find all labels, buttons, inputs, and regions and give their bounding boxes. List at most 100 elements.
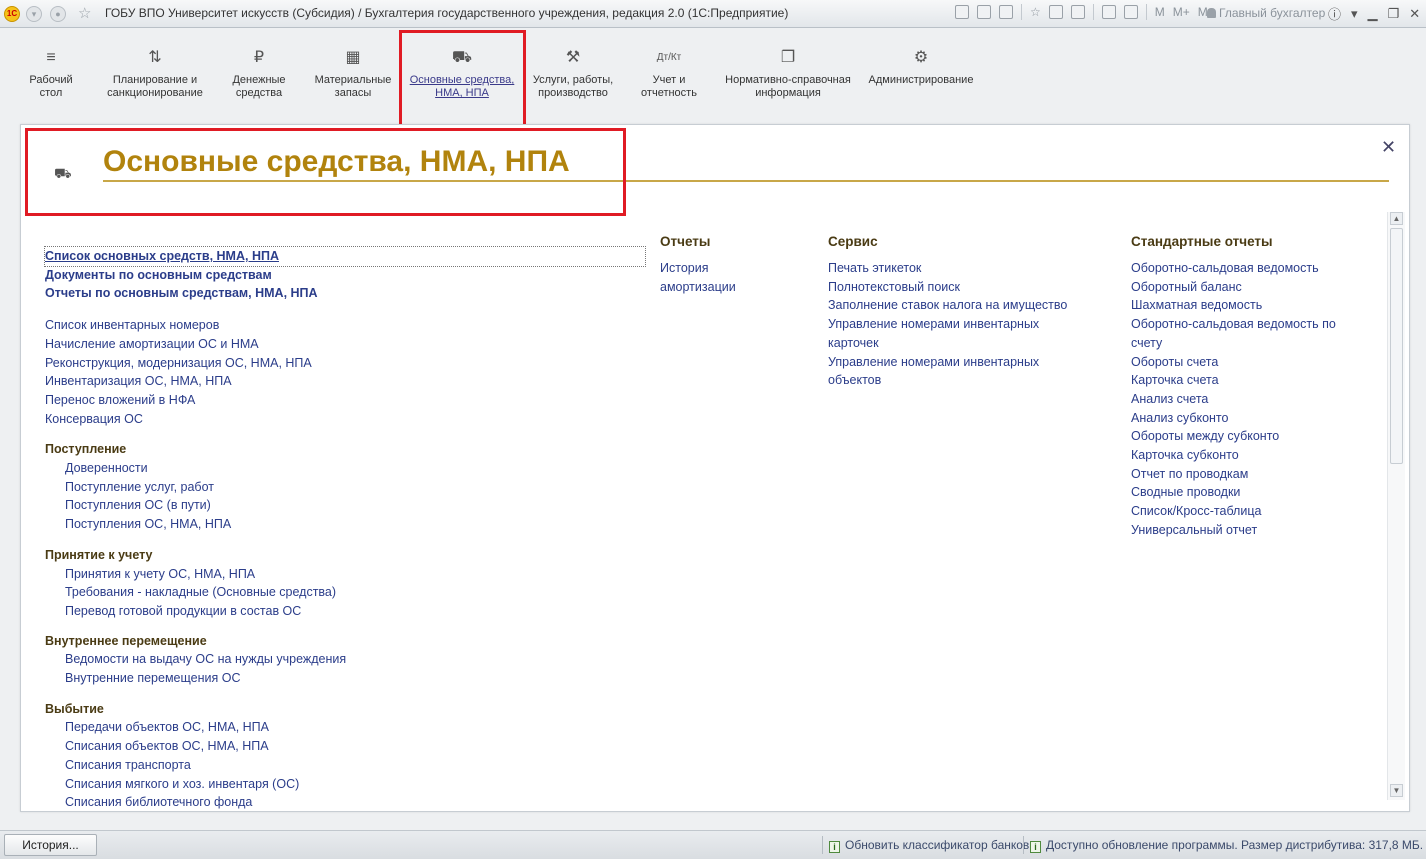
window-buttons: ⓘ ▾ ▁ ❐ ✕ <box>1328 4 1420 23</box>
user-icon <box>1207 8 1216 18</box>
title-bar: 1С ▾ ● ☆ ГОБУ ВПО Университет искусств (… <box>0 0 1426 28</box>
memory-plus-button[interactable]: M+ <box>1173 5 1190 19</box>
link-fixed-assets-list[interactable]: Список основных средств, НМА, НПА <box>44 246 646 267</box>
link-trial-balance[interactable]: Оборотно-сальдовая ведомость <box>1131 259 1381 278</box>
link-account-card[interactable]: Карточка счета <box>1131 371 1381 390</box>
link-reconstruction[interactable]: Реконструкция, модернизация ОС, НМА, НПА <box>45 354 645 373</box>
section-reference[interactable]: ❐ Нормативно-справочная информация <box>722 48 854 100</box>
chevron-down-icon[interactable]: ▾ <box>1351 6 1358 22</box>
section-planning[interactable]: ⇅ Планирование и санкционирование <box>100 48 210 100</box>
link-summary-postings[interactable]: Сводные проводки <box>1131 483 1381 502</box>
planning-icon: ⇅ <box>148 49 162 66</box>
scrollbar-thumb[interactable] <box>1390 228 1403 464</box>
link-inventory-numbers[interactable]: Список инвентарных номеров <box>45 316 645 335</box>
link-fulltext-search[interactable]: Полнотекстовый поиск <box>828 278 1088 297</box>
calculator-icon[interactable] <box>1123 5 1138 19</box>
link-icon[interactable] <box>1070 5 1085 19</box>
close-window-icon[interactable]: ✕ <box>1409 6 1420 22</box>
service-column: Сервис Печать этикеток Полнотекстовый по… <box>828 233 1088 390</box>
history-icon[interactable] <box>1048 5 1063 19</box>
section-label: Администрирование <box>868 74 974 86</box>
home-icon[interactable]: ● <box>50 6 66 22</box>
link-product-transfer[interactable]: Перевод готовой продукции в состав ОС <box>45 602 645 621</box>
toolbar-separator <box>1021 4 1022 20</box>
scroll-down-icon[interactable]: ▼ <box>1390 784 1403 797</box>
link-property-tax-rates[interactable]: Заполнение ставок налога на имущество <box>828 296 1088 315</box>
section-services[interactable]: ⚒ Услуги, работы, производство <box>528 48 618 100</box>
link-turnover-balance[interactable]: Оборотный баланс <box>1131 278 1381 297</box>
toolbar-separator <box>1092 4 1094 20</box>
link-postings-report[interactable]: Отчет по проводкам <box>1131 465 1381 484</box>
maximize-icon[interactable]: ❐ <box>1388 6 1400 22</box>
preview-icon[interactable] <box>999 5 1013 19</box>
link-account-turnover[interactable]: Обороты счета <box>1131 353 1381 372</box>
link-account-analysis[interactable]: Анализ счета <box>1131 390 1381 409</box>
print-icon[interactable] <box>977 5 991 19</box>
standard-reports-title: Стандартные отчеты <box>1131 234 1273 249</box>
link-requisitions[interactable]: Требования - накладные (Основные средств… <box>45 583 645 602</box>
link-asset-write-offs[interactable]: Списания объектов ОС, НМА, НПА <box>45 737 645 756</box>
info-icon: i <box>829 841 840 853</box>
current-user[interactable]: Главный бухгалтер <box>1207 6 1325 20</box>
grid-icon: ▦ <box>345 49 361 66</box>
vertical-scrollbar[interactable]: ▲ ▼ <box>1387 212 1405 800</box>
link-inventory-write-offs[interactable]: Списания мягкого и хоз. инвентаря (ОС) <box>45 775 645 794</box>
link-cross-table[interactable]: Список/Кросс-таблица <box>1131 502 1381 521</box>
memory-m-button[interactable]: M <box>1155 5 1165 19</box>
favorite-star-icon[interactable]: ☆ <box>1030 5 1041 19</box>
status-bar: История... i Обновить классификатор банко… <box>0 830 1426 859</box>
highlight-box-section <box>399 30 526 127</box>
link-internal-movements[interactable]: Внутренние перемещения ОС <box>45 669 645 688</box>
minimize-icon[interactable]: ▁ <box>1368 6 1378 22</box>
link-depreciation-history[interactable]: История амортизации <box>660 259 750 296</box>
link-inventory-object-numbers[interactable]: Управление номерами инвентарных объектов <box>828 353 1053 390</box>
section-desktop[interactable]: ≡ Рабочий стол <box>22 48 80 100</box>
link-conservation[interactable]: Консервация ОС <box>45 410 645 429</box>
link-nfa-transfer[interactable]: Перенос вложений в НФА <box>45 391 645 410</box>
link-subconto-card[interactable]: Карточка субконто <box>1131 446 1381 465</box>
close-icon[interactable]: ✕ <box>1381 137 1396 158</box>
link-issue-statements[interactable]: Ведомости на выдачу ОС на нужды учрежден… <box>45 650 645 669</box>
link-services-receipt[interactable]: Поступление услуг, работ <box>45 478 645 497</box>
link-inventory-check[interactable]: Инвентаризация ОС, НМА, НПА <box>45 372 645 391</box>
link-chess-sheet[interactable]: Шахматная ведомость <box>1131 296 1381 315</box>
link-universal-report[interactable]: Универсальный отчет <box>1131 521 1381 540</box>
calendar-icon[interactable] <box>1101 5 1116 19</box>
link-asset-transfers[interactable]: Передачи объектов ОС, НМА, НПА <box>45 718 645 737</box>
link-fixed-assets-receipts[interactable]: Поступления ОС, НМА, НПА <box>45 515 645 534</box>
link-inventory-card-numbers[interactable]: Управление номерами инвентарных карточек <box>828 315 1053 352</box>
history-button[interactable]: История... <box>4 834 97 856</box>
link-powers-of-attorney[interactable]: Доверенности <box>45 459 645 478</box>
dropdown-menu-icon[interactable]: ▾ <box>26 6 42 22</box>
section-administration[interactable]: ⚙ Администрирование <box>866 48 976 87</box>
info-icon[interactable]: ⓘ <box>1328 4 1341 23</box>
sections-panel: ≡ Рабочий стол ⇅ Планирование и санкционир… <box>0 28 1426 124</box>
favorites-star-icon[interactable]: ☆ <box>78 4 91 22</box>
link-fixed-assets-reports[interactable]: Отчеты по основным средствам, НМА, НПА <box>45 284 645 303</box>
info-icon: i <box>1030 841 1041 853</box>
status-separator <box>822 836 823 854</box>
status-message-update[interactable]: i Доступно обновление программы. Размер д… <box>1030 838 1423 853</box>
standard-reports-column: Стандартные отчеты Оборотно-сальдовая ве… <box>1131 233 1381 540</box>
link-library-write-offs[interactable]: Списания библиотечного фонда <box>45 793 645 811</box>
link-transport-write-offs[interactable]: Списания транспорта <box>45 756 645 775</box>
group-title-receipt: Поступление <box>45 442 127 457</box>
link-subconto-analysis[interactable]: Анализ субконто <box>1131 409 1381 428</box>
section-label: Планирование и санкционирование <box>107 74 203 99</box>
link-print-labels[interactable]: Печать этикеток <box>828 259 1088 278</box>
link-depreciation[interactable]: Начисление амортизации ОС и НМА <box>45 335 645 354</box>
link-account-trial-balance[interactable]: Оборотно-сальдовая ведомость по счету <box>1131 315 1346 352</box>
link-acceptance[interactable]: Принятия к учету ОС, НМА, НПА <box>45 565 645 584</box>
1c-logo-icon[interactable]: 1С <box>4 6 20 22</box>
section-label: Рабочий стол <box>29 74 73 99</box>
link-fixed-assets-in-transit[interactable]: Поступления ОС (в пути) <box>45 496 645 515</box>
section-materials[interactable]: ▦ Материальные запасы <box>308 48 398 100</box>
section-accounting[interactable]: Дт/Кт Учет и отчетность <box>632 48 706 100</box>
save-icon[interactable] <box>955 5 969 19</box>
link-fixed-assets-documents[interactable]: Документы по основным средствам <box>45 266 645 285</box>
status-message-banks[interactable]: i Обновить классификатор банков <box>829 838 1029 853</box>
scroll-up-icon[interactable]: ▲ <box>1390 212 1403 225</box>
section-money[interactable]: ₽ Денежные средства <box>224 48 294 100</box>
link-subconto-turnover[interactable]: Обороты между субконто <box>1131 427 1381 446</box>
